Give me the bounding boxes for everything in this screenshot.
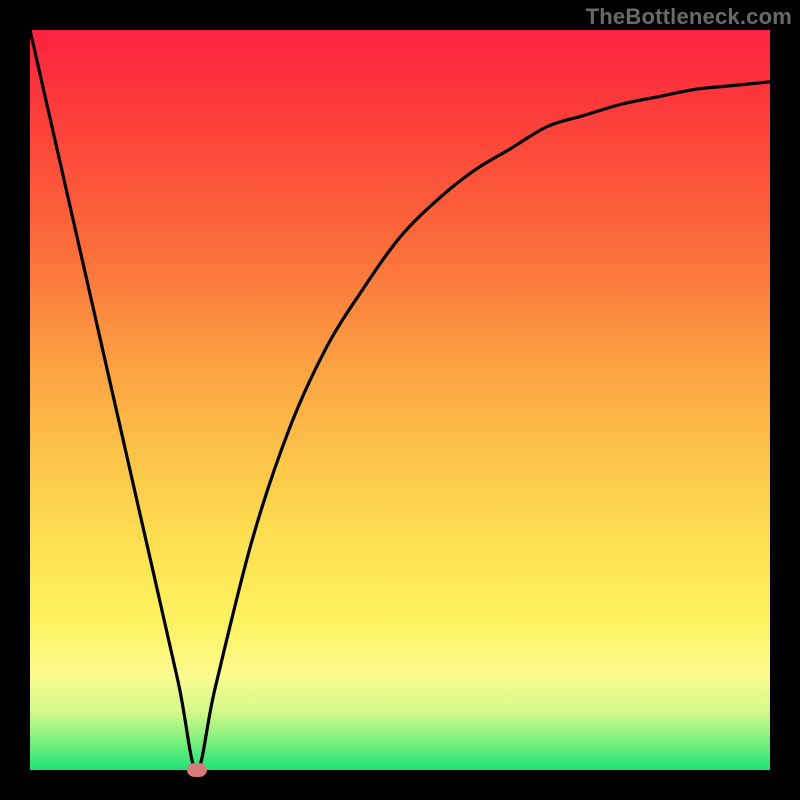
bottleneck-curve bbox=[30, 30, 770, 770]
attribution-label: TheBottleneck.com bbox=[586, 4, 792, 30]
chart-frame: TheBottleneck.com bbox=[0, 0, 800, 800]
optimum-marker bbox=[187, 763, 207, 777]
plot-area bbox=[30, 30, 770, 770]
